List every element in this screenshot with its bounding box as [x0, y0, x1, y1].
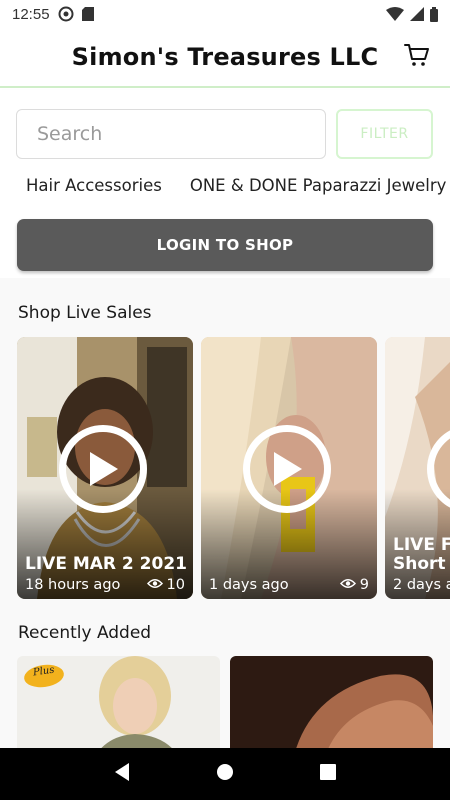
live-sale-time: 18 hours ago — [25, 577, 121, 593]
top-section: FILTER Hair Accessories ONE & DONE Papar… — [0, 90, 450, 278]
navigation-bar — [0, 748, 450, 800]
live-sale-card[interactable]: LIVE MAR 2 2021 18 hours ago 10 — [17, 337, 193, 599]
product-card[interactable]: Plus — [17, 656, 220, 748]
at-sign-icon — [58, 6, 74, 22]
signal-icon — [410, 7, 424, 21]
login-to-shop-button[interactable]: LOGIN TO SHOP — [17, 219, 433, 271]
category-list: Hair Accessories ONE & DONE Paparazzi Je… — [0, 176, 450, 202]
status-time: 12:55 — [12, 5, 50, 23]
live-sales-title: Shop Live Sales — [18, 303, 152, 323]
view-count-value: 10 — [166, 577, 185, 593]
home-circle-icon — [216, 763, 234, 786]
cart-button[interactable] — [402, 42, 432, 72]
battery-icon — [430, 6, 438, 22]
view-count: 10 — [146, 577, 185, 593]
status-right — [386, 6, 438, 22]
search-input[interactable] — [16, 109, 326, 159]
play-icon[interactable] — [59, 425, 147, 513]
live-sale-title-line1: LIVE Fe — [393, 535, 450, 555]
live-sale-time: 2 days a — [393, 577, 450, 593]
live-sale-title: LIVE Fe Short L — [393, 536, 450, 574]
status-bar: 12:55 — [0, 0, 450, 28]
home-button[interactable] — [210, 759, 240, 789]
eye-icon — [146, 577, 163, 593]
live-sale-card[interactable]: LIVE Fe Short L 2 days a — [385, 337, 450, 599]
recents-button[interactable] — [313, 759, 343, 789]
product-image — [230, 656, 433, 748]
store-title: Simon's Treasures LLC — [71, 43, 379, 71]
live-sales-carousel[interactable]: LIVE MAR 2 2021 18 hours ago 10 1 days a… — [17, 337, 450, 599]
view-count-value: 9 — [359, 577, 369, 593]
live-sale-time: 1 days ago — [209, 577, 289, 593]
filter-button[interactable]: FILTER — [336, 109, 433, 159]
recently-added-title: Recently Added — [18, 623, 152, 643]
product-card[interactable] — [230, 656, 433, 748]
content-area[interactable]: Shop Live Sales LIVE MAR 2 2021 18 hours… — [0, 278, 450, 748]
sd-card-icon — [81, 7, 94, 21]
status-left: 12:55 — [12, 6, 94, 23]
live-sale-title-line2: Short L — [393, 554, 450, 574]
recently-added-carousel[interactable]: Plus — [17, 656, 450, 748]
back-button[interactable] — [107, 759, 137, 789]
recents-square-icon — [320, 763, 337, 785]
app-header: Simon's Treasures LLC — [0, 28, 450, 88]
cart-icon — [404, 43, 430, 72]
live-sale-title: LIVE MAR 2 2021 — [25, 554, 187, 574]
view-count: 9 — [339, 577, 369, 593]
eye-icon — [339, 577, 356, 593]
back-triangle-icon — [113, 762, 131, 787]
category-hair-accessories[interactable]: Hair Accessories — [26, 176, 162, 202]
live-sale-card[interactable]: 1 days ago 9 — [201, 337, 377, 599]
wifi-icon — [386, 7, 404, 21]
play-icon[interactable] — [243, 425, 331, 513]
category-one-and-done[interactable]: ONE & DONE Paparazzi Jewelry — [190, 176, 447, 202]
